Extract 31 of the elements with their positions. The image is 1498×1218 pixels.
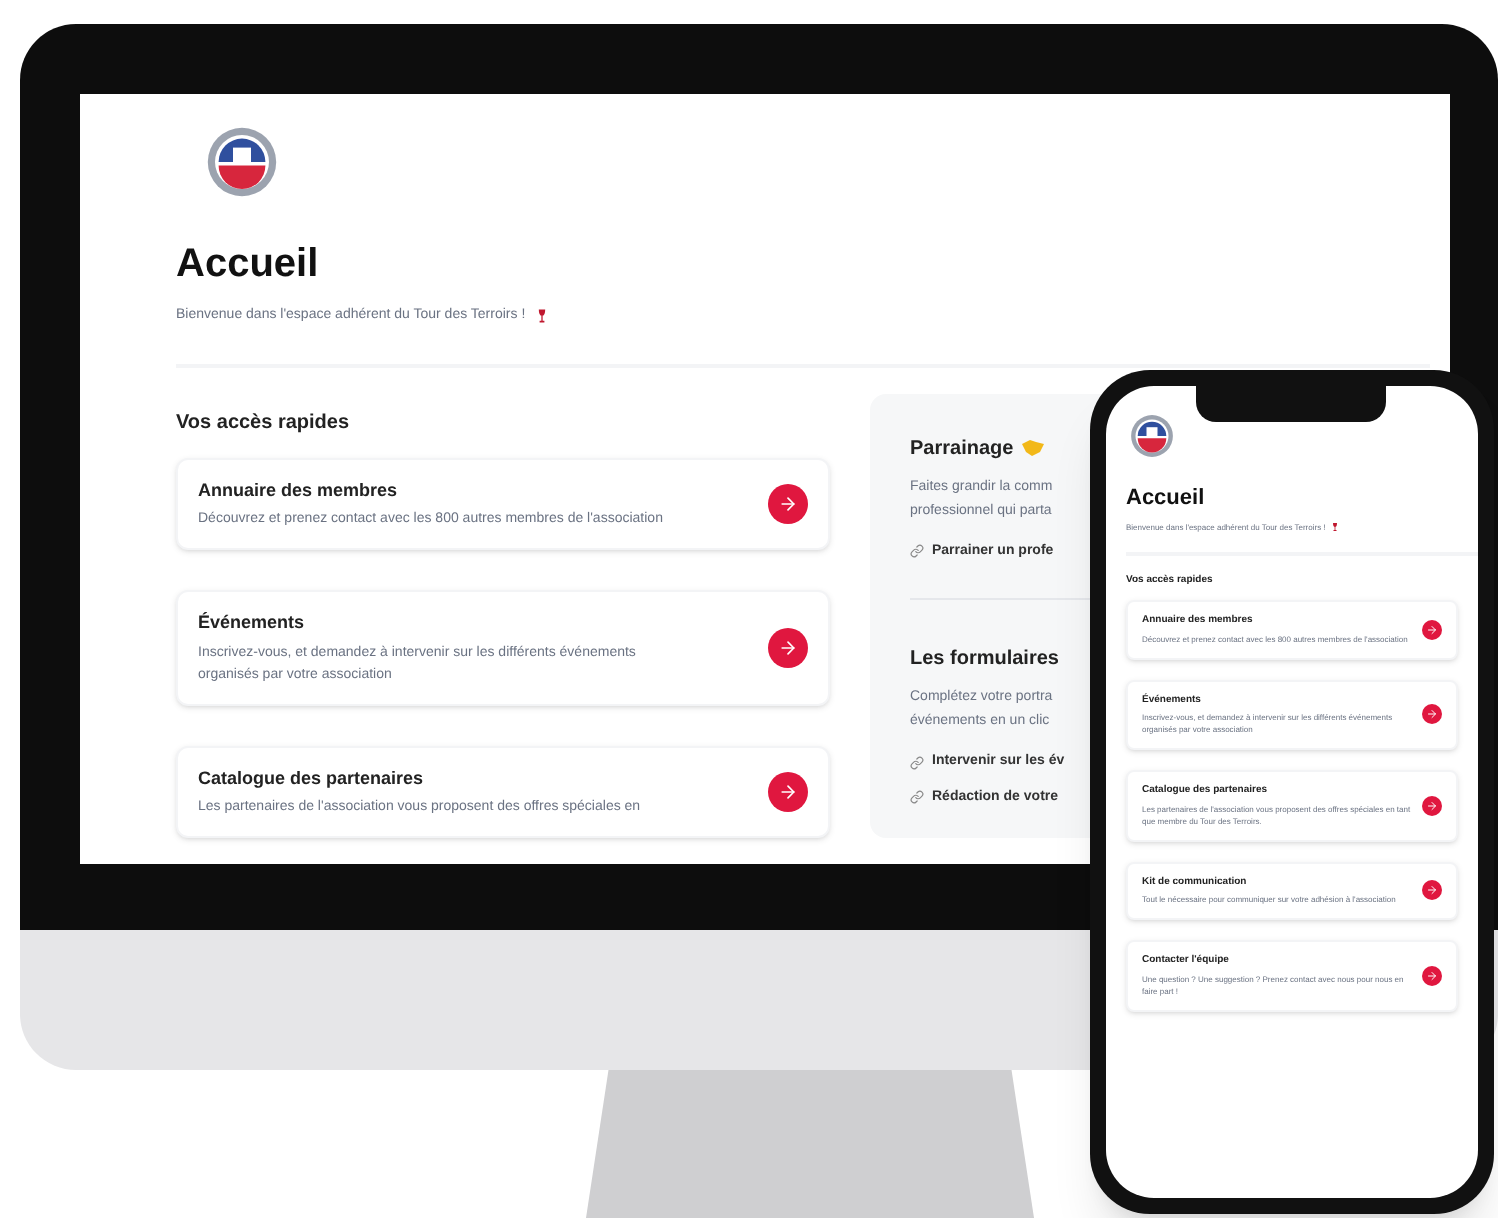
panel-heading: Parrainage (910, 435, 1014, 463)
panel-heading: Les formulaires (910, 646, 1059, 674)
logo-emblem (206, 126, 278, 198)
arrow-right-icon (778, 637, 798, 658)
arrow-right-icon (778, 781, 798, 802)
logo-emblem (1130, 414, 1174, 458)
section-title: Vos accès rapides (176, 409, 352, 437)
link-icon (910, 755, 924, 770)
page-title: Accueil (1126, 484, 1207, 514)
arrow-right-icon (778, 493, 798, 514)
arrow-button[interactable] (1422, 619, 1442, 640)
arrow-button[interactable] (768, 627, 808, 668)
link-icon (910, 544, 924, 559)
arrow-button[interactable] (768, 771, 808, 812)
arrow-right-icon (1426, 708, 1438, 721)
card-title: Catalogue des partenaires (198, 765, 426, 792)
arrow-button[interactable] (1422, 704, 1442, 725)
wine-glass-icon (1329, 522, 1340, 532)
arrow-button[interactable] (1422, 880, 1442, 901)
link-icon (910, 790, 924, 805)
arrow-button[interactable] (768, 483, 808, 524)
arrow-right-icon (1426, 884, 1438, 897)
wine-glass-icon (533, 308, 550, 325)
arrow-button[interactable] (1422, 795, 1442, 816)
arrow-right-icon (1426, 623, 1438, 636)
arrow-right-icon (1426, 799, 1438, 812)
card-title: Événements (198, 610, 307, 636)
arrow-button[interactable] (1422, 965, 1442, 986)
page-title: Accueil (176, 240, 321, 290)
arrow-right-icon (1426, 969, 1438, 982)
card-title: Annuaire des membres (198, 477, 400, 503)
